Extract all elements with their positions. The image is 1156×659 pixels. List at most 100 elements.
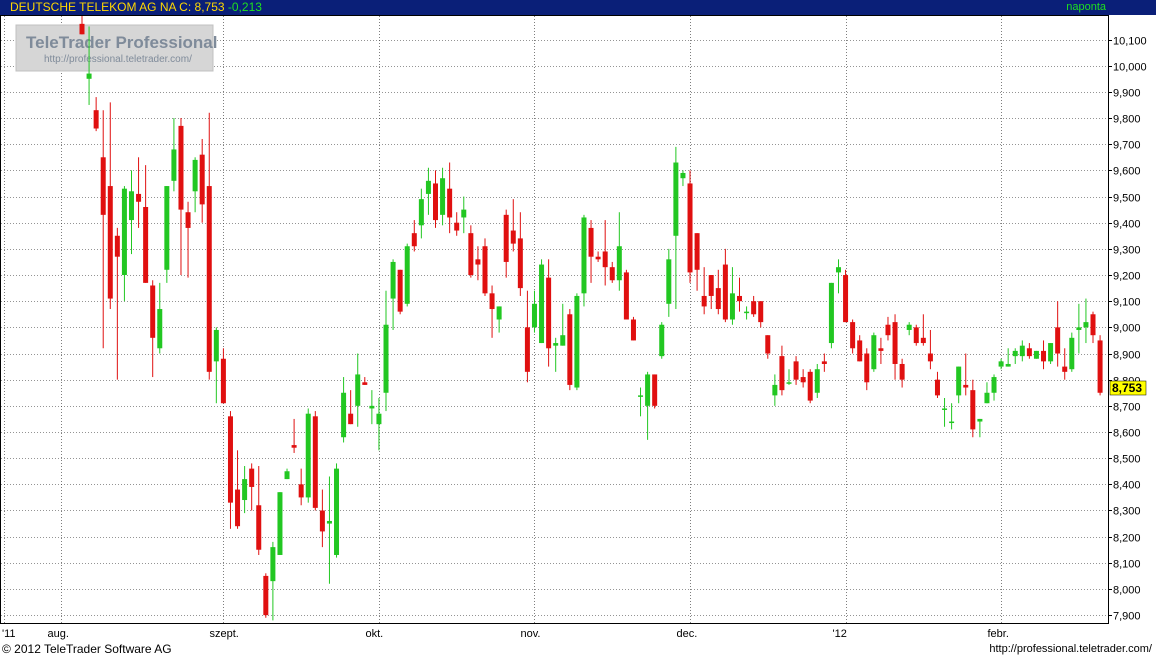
candle-body bbox=[609, 267, 615, 281]
copyright: © 2012 TeleTrader Software AG bbox=[2, 642, 172, 656]
candle-body bbox=[878, 348, 884, 351]
candle-up bbox=[164, 186, 170, 283]
y-tick-label: 8,200 bbox=[1113, 533, 1141, 545]
candle-body bbox=[326, 520, 332, 524]
y-tick-label: 8,900 bbox=[1113, 350, 1141, 362]
candle-body bbox=[645, 374, 651, 406]
candle-body bbox=[553, 343, 559, 346]
y-tick-label: 9,700 bbox=[1113, 140, 1141, 152]
candle-body bbox=[659, 324, 665, 357]
candle-body bbox=[496, 306, 502, 320]
candle-body bbox=[249, 468, 255, 487]
candle-down bbox=[623, 269, 629, 320]
candle-down bbox=[913, 324, 919, 346]
candle-body bbox=[489, 293, 495, 310]
candle-body bbox=[235, 489, 241, 527]
candle-body bbox=[1005, 363, 1011, 367]
candle-body bbox=[192, 159, 198, 192]
candle-body bbox=[1069, 337, 1075, 370]
close-label: C: bbox=[179, 0, 192, 14]
candle-body bbox=[581, 217, 587, 294]
chart-header: DEUTSCHE TELEKOM AG NA C: 8,753 -0,213 n… bbox=[0, 0, 1156, 15]
candle-body bbox=[913, 327, 919, 344]
candle-body bbox=[157, 309, 163, 349]
candle-up bbox=[404, 243, 410, 307]
candle-body bbox=[121, 188, 127, 276]
candle-body bbox=[956, 366, 962, 396]
candle-body bbox=[1026, 348, 1032, 357]
watermark: TeleTrader Professional http://professio… bbox=[15, 24, 217, 72]
candle-body bbox=[772, 384, 778, 396]
y-tick-label: 9,500 bbox=[1113, 193, 1141, 205]
candle-body bbox=[673, 162, 679, 236]
candle-body bbox=[595, 256, 601, 260]
candle-up bbox=[334, 463, 340, 558]
candle-body bbox=[1083, 322, 1089, 328]
candle-body bbox=[369, 405, 375, 409]
candle-body bbox=[256, 505, 262, 550]
x-tick-label: okt. bbox=[366, 628, 384, 640]
x-tick-label: dec. bbox=[677, 628, 698, 640]
candle-down bbox=[843, 269, 849, 323]
candle-body bbox=[411, 233, 417, 247]
candle-body bbox=[850, 322, 856, 349]
candle-body bbox=[1076, 327, 1082, 330]
candle-body bbox=[171, 149, 177, 181]
candle-body bbox=[630, 319, 636, 341]
candle-body bbox=[510, 230, 516, 244]
candle-body bbox=[765, 335, 771, 354]
candle-body bbox=[758, 301, 764, 323]
candle-body bbox=[517, 238, 523, 289]
candle-body bbox=[468, 233, 474, 276]
candle-body bbox=[934, 379, 940, 396]
candle-down bbox=[397, 269, 403, 315]
candle-body bbox=[652, 374, 658, 406]
candle-body bbox=[298, 484, 304, 498]
x-tick-label: febr. bbox=[988, 628, 1009, 640]
watermark-brand: TeleTrader Professional bbox=[26, 33, 217, 52]
candle-body bbox=[107, 186, 113, 299]
candle-body bbox=[291, 445, 297, 448]
y-tick-label: 7,900 bbox=[1113, 611, 1141, 623]
y-tick-label: 9,000 bbox=[1113, 323, 1141, 335]
candle-body bbox=[1062, 366, 1068, 372]
candle-body bbox=[348, 413, 354, 425]
candle-body bbox=[263, 575, 269, 616]
candle-body bbox=[227, 416, 233, 503]
candle-body bbox=[503, 214, 509, 262]
candle-body bbox=[984, 392, 990, 404]
candle-body bbox=[178, 125, 184, 210]
candle-body bbox=[312, 416, 318, 508]
candle-up bbox=[871, 332, 877, 372]
candle-body bbox=[220, 358, 226, 404]
candle-body bbox=[383, 324, 389, 393]
candle-body bbox=[524, 327, 530, 372]
candle-down bbox=[652, 374, 658, 409]
candle-body bbox=[1048, 343, 1054, 362]
last-price-value: 8,753 bbox=[1112, 381, 1142, 395]
candle-body bbox=[708, 275, 714, 296]
y-tick-label: 9,100 bbox=[1113, 297, 1141, 309]
candle-up bbox=[305, 408, 311, 503]
candle-body bbox=[1019, 345, 1025, 357]
candle-body bbox=[433, 183, 438, 221]
candle-body bbox=[722, 264, 728, 320]
candle-body bbox=[440, 178, 446, 215]
candle-up bbox=[828, 282, 834, 349]
candle-body bbox=[270, 547, 276, 582]
candle-up bbox=[277, 492, 283, 555]
footer-url[interactable]: http://professional.teletrader.com/ bbox=[989, 643, 1152, 655]
change-value: -0,213 bbox=[227, 0, 262, 14]
x-tick-label: aug. bbox=[48, 628, 69, 640]
y-tick-label: 8,700 bbox=[1113, 402, 1141, 414]
candle-body bbox=[164, 186, 170, 270]
candle-body bbox=[814, 369, 820, 393]
candle-body bbox=[475, 259, 481, 265]
y-tick-label: 8,000 bbox=[1113, 585, 1141, 597]
candle-body bbox=[779, 356, 785, 391]
x-tick-label: '12 bbox=[833, 628, 847, 640]
candle-body bbox=[623, 272, 629, 320]
candle-body bbox=[906, 324, 912, 330]
candle-body bbox=[539, 264, 545, 344]
candle-up bbox=[1033, 350, 1039, 359]
